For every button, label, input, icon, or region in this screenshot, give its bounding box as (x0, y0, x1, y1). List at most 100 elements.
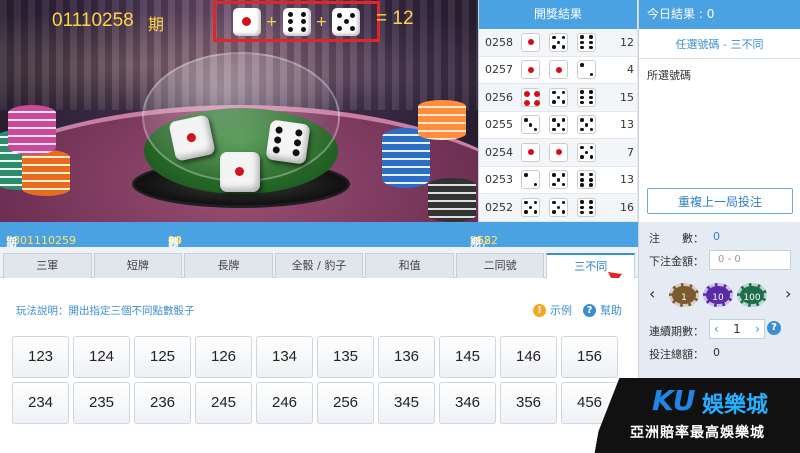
result-total: 13 (620, 173, 634, 187)
result-total: 13 (620, 118, 634, 132)
die-face-2 (577, 60, 596, 80)
chevron-left-icon[interactable]: ‹ (649, 284, 655, 303)
tab-3[interactable]: 長牌 (184, 253, 273, 278)
result-period: 0256 (485, 90, 513, 104)
die-face-6 (577, 170, 596, 190)
chip-stack-left-3 (8, 105, 56, 155)
die-face-4 (521, 87, 540, 107)
bet-mode-label: 任選號碼 - 三不同 (639, 31, 800, 59)
result-period: 0258 (485, 35, 513, 49)
result-row: 0255 13 (479, 112, 637, 139)
chip-stack-left-2 (22, 150, 70, 196)
result-row: 0253 13 (479, 167, 637, 194)
result-die-3 (332, 7, 361, 36)
total-bet-value: 0 (713, 346, 720, 359)
tab-1[interactable]: 三軍 (3, 253, 92, 278)
die-face-1 (521, 142, 540, 162)
draw-results-title: 開獎結果 (479, 0, 637, 29)
die-face-5 (549, 32, 568, 52)
help-icon[interactable]: ? (767, 321, 781, 335)
number-option[interactable]: 135 (317, 336, 374, 378)
number-option[interactable]: 156 (561, 336, 618, 378)
result-period: 0255 (485, 118, 513, 132)
bet-type-tabs: 三軍 短牌 長牌 全骰 / 豹子 和值 二同號 三不同 (0, 247, 638, 279)
number-option[interactable]: 234 (12, 382, 69, 424)
die-face-5 (577, 142, 596, 162)
chip-1[interactable]: 1 (669, 283, 699, 307)
chip-stack-right-2 (428, 178, 476, 222)
number-option[interactable]: 236 (134, 382, 191, 424)
draw-results-panel: 開獎結果 0258 12 0257 4 0256 15 0255 13 0254 7 0253 13 0… (478, 0, 637, 222)
brand-logo-ku: KU (652, 384, 696, 417)
tab-6[interactable]: 二同號 (455, 253, 545, 278)
example-link[interactable]: ! 示例 (533, 302, 572, 318)
die-face-2 (521, 170, 540, 190)
tab-5[interactable]: 和值 (365, 253, 454, 278)
die-face-5 (549, 87, 568, 107)
plus-sign: + (265, 13, 278, 30)
stepper-increase[interactable]: › (755, 322, 760, 336)
result-row: 0254 7 (479, 139, 637, 167)
die-face-5 (549, 197, 568, 217)
period-label: 期 (148, 15, 165, 34)
periods-stepper[interactable]: ‹ 1 › (709, 319, 765, 339)
number-option[interactable]: 235 (73, 382, 130, 424)
number-option[interactable]: 245 (195, 382, 252, 424)
number-option[interactable]: 126 (195, 336, 252, 378)
number-option[interactable]: 124 (73, 336, 130, 378)
chip-10[interactable]: 10 (703, 283, 733, 307)
die-face-1 (549, 60, 568, 80)
bet-amount-input[interactable]: 0 - 0 (709, 250, 791, 270)
die-face-1 (549, 142, 568, 162)
stepper-decrease[interactable]: ‹ (714, 322, 719, 336)
consecutive-periods-label: 連續期數： (649, 325, 704, 338)
result-period: 0257 (485, 63, 513, 77)
result-dice (521, 170, 596, 190)
stage-die-2 (265, 119, 311, 165)
result-total: 12 (620, 35, 634, 49)
result-sum: = 12 (376, 8, 414, 29)
number-option[interactable]: 136 (378, 336, 435, 378)
die-face-5 (549, 170, 568, 190)
bet-count-value: 0 (713, 230, 720, 243)
help-link[interactable]: ? 幫助 (583, 302, 622, 318)
selected-numbers-label: 所選號碼 (647, 69, 691, 82)
number-option[interactable]: 145 (439, 336, 496, 378)
number-option[interactable]: 125 (134, 336, 191, 378)
die-face-6 (577, 32, 596, 52)
die-face-1 (521, 60, 540, 80)
die-face-6 (577, 197, 596, 217)
die-face-3 (521, 115, 540, 135)
today-results-title: 今日結果 : 0 (639, 0, 800, 29)
brand-watermark: KU 娛樂城 亞洲賠率最高娛樂城 (590, 378, 800, 453)
help-icon: ? (583, 303, 596, 317)
number-option[interactable]: 345 (378, 382, 435, 424)
draw-info-bar: 當前期數 2301110259 期 開獎倒數 : 00 分 14 秒 今日已開 … (0, 222, 638, 311)
rule-description: 玩法說明：開出指定三個不同點數骰子 (16, 305, 195, 317)
result-total: 16 (620, 200, 634, 214)
live-video-stage: 01110258 期 + + = 12 (0, 0, 478, 222)
tab-2[interactable]: 短牌 (93, 253, 183, 278)
result-dice (521, 115, 596, 135)
number-option[interactable]: 256 (317, 382, 374, 424)
number-option[interactable]: 246 (256, 382, 313, 424)
result-period: 0254 (485, 145, 513, 159)
number-option[interactable]: 123 (12, 336, 69, 378)
result-row: 0256 15 (479, 84, 637, 112)
today-results-panel: 今日結果 : 0 任選號碼 - 三不同 所選號碼 重複上一局投注 (638, 0, 800, 222)
result-period: 0253 (485, 173, 513, 187)
example-label: 示例 (550, 304, 572, 317)
result-row: 0257 4 (479, 57, 637, 84)
tab-4[interactable]: 全骰 / 豹子 (274, 253, 364, 278)
number-option[interactable]: 346 (439, 382, 496, 424)
periods-value: 1 (733, 322, 741, 336)
number-option[interactable]: 134 (256, 336, 313, 378)
repeat-last-bet-button[interactable]: 重複上一局投注 (647, 188, 793, 214)
chip-100[interactable]: 100 (737, 283, 767, 307)
number-option[interactable]: 356 (500, 382, 557, 424)
result-die-2 (282, 7, 311, 36)
brand-logo-name: 娛樂城 (702, 393, 769, 418)
total-bet-label: 投注總額： (649, 348, 704, 361)
chevron-right-icon[interactable]: › (785, 284, 791, 303)
number-option[interactable]: 146 (500, 336, 557, 378)
